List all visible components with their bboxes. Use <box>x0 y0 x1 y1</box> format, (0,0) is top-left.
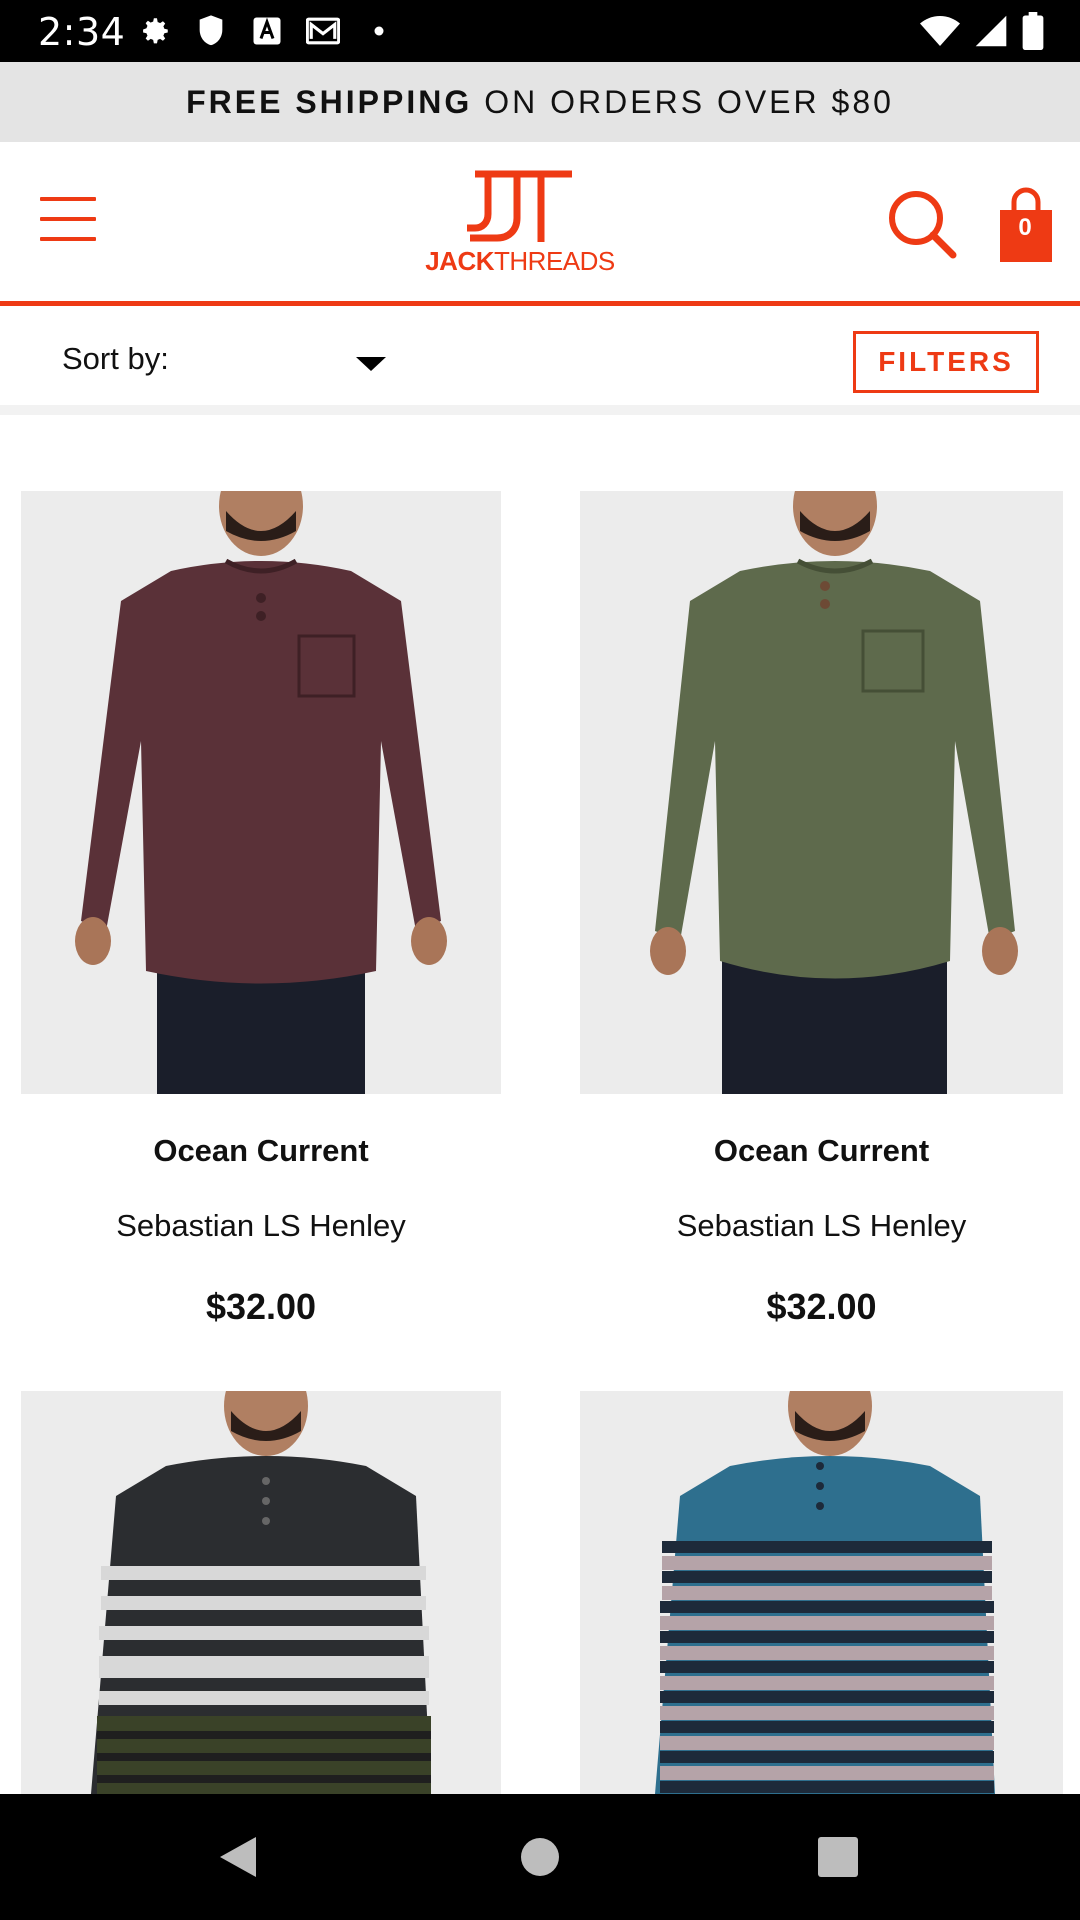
sort-filter-bar: Sort by: FILTERS <box>0 311 1080 415</box>
wifi-icon <box>920 14 960 53</box>
product-name[interactable]: Sebastian LS Henley <box>21 1208 501 1244</box>
product-image[interactable] <box>580 491 1063 1094</box>
product-image[interactable] <box>21 1391 501 1794</box>
dot-icon <box>362 14 396 48</box>
menu-icon-line <box>40 197 96 201</box>
home-button[interactable] <box>480 1794 600 1920</box>
gmail-icon <box>306 14 340 48</box>
notification-icons <box>138 14 396 48</box>
cart-count-badge: 0 <box>1018 214 1032 241</box>
sort-label: Sort by: <box>62 341 169 376</box>
settings-icon <box>138 14 172 48</box>
product-photo-striped-henley <box>580 1391 1063 1794</box>
product-card[interactable] <box>580 1391 1063 1794</box>
search-button[interactable] <box>886 188 958 260</box>
product-card[interactable] <box>21 1391 501 1794</box>
site-header: JACKTHREADS 0 <box>0 142 1080 306</box>
product-brand: Ocean Current <box>153 1133 369 1168</box>
menu-button[interactable] <box>40 197 96 243</box>
jt-logo-mark-icon <box>467 170 572 242</box>
menu-icon-line <box>40 237 96 241</box>
sort-dropdown[interactable]: Sort by: <box>62 335 392 391</box>
logo-wordmark: JACKTHREADS <box>420 246 620 277</box>
promo-bold-text: FREE SHIPPING <box>186 83 473 120</box>
promo-text: ON ORDERS OVER $80 <box>484 83 894 120</box>
product-image[interactable] <box>580 1391 1063 1794</box>
product-card[interactable]: Ocean Current Sebastian LS Henley $32.00 <box>580 491 1063 1341</box>
recents-button[interactable] <box>778 1794 898 1920</box>
jackthreads-logo[interactable]: JACKTHREADS <box>420 166 620 284</box>
cart-button[interactable]: 0 <box>998 186 1054 264</box>
search-icon <box>889 191 957 259</box>
back-icon <box>220 1837 256 1877</box>
logo-word-bold: JACK <box>425 246 495 276</box>
home-icon <box>521 1838 559 1876</box>
product-photo-henley <box>21 491 501 1094</box>
product-brand: Ocean Current <box>713 1133 930 1168</box>
logo-word-rest: THREADS <box>494 246 615 276</box>
battery-icon <box>1022 12 1044 55</box>
shield-icon <box>194 14 228 48</box>
product-card[interactable]: Ocean Current Sebastian LS Henley $32.00 <box>21 491 501 1341</box>
product-photo-henley <box>580 491 1063 1094</box>
font-icon <box>250 14 284 48</box>
status-time: 2:34 <box>38 10 126 54</box>
caret-down-icon <box>356 357 386 371</box>
promo-banner: FREE SHIPPING ON ORDERS OVER $80 <box>0 62 1080 142</box>
product-name[interactable]: Sebastian LS Henley <box>580 1208 1063 1244</box>
system-navigation-bar <box>0 1794 1080 1920</box>
system-icons <box>920 12 1044 55</box>
menu-icon-line <box>40 217 96 221</box>
product-photo-striped-henley <box>21 1391 501 1794</box>
product-price: $32.00 <box>205 1286 317 1327</box>
filters-button[interactable]: FILTERS <box>853 331 1039 393</box>
recents-icon <box>818 1837 858 1877</box>
signal-icon <box>974 14 1008 53</box>
product-price: $32.00 <box>766 1286 877 1327</box>
back-button[interactable] <box>178 1794 298 1920</box>
status-bar: 2:34 <box>0 0 1080 62</box>
product-image[interactable] <box>21 491 501 1094</box>
